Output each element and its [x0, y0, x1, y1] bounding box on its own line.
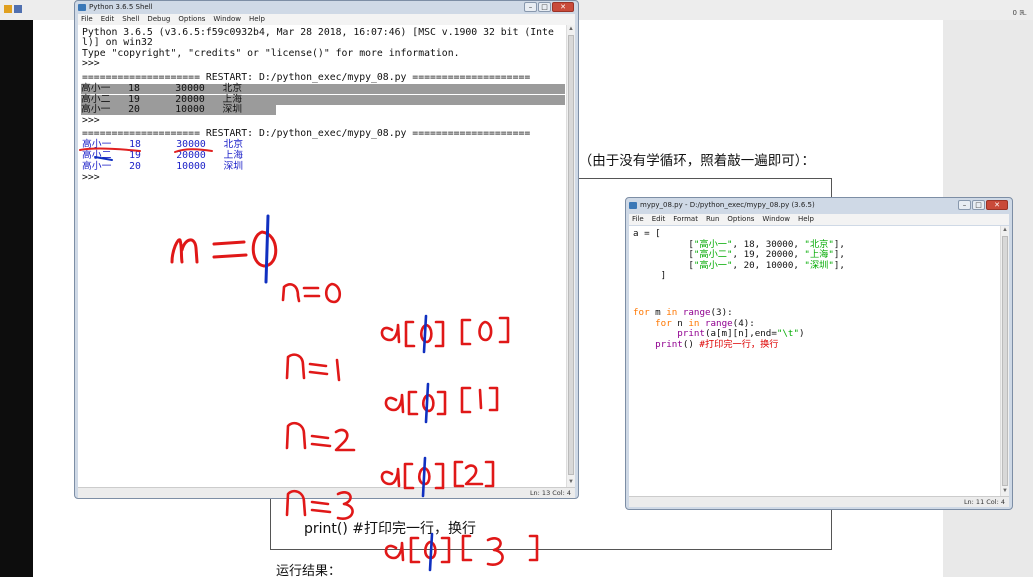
shell-output-line: 高小一 18 30000 北京 [82, 139, 244, 150]
editor-scrollbar[interactable]: ▲ ▼ [1000, 226, 1009, 496]
toolbar-right-text: 0 ℝ. [1012, 9, 1027, 17]
document-result-label: 运行结果： [276, 564, 342, 577]
shell-prompt: >>> [82, 58, 106, 69]
shell-output-line: 高小二 19 20000 上海 [82, 150, 244, 161]
left-margin [0, 20, 33, 577]
menu-file[interactable]: File [81, 14, 93, 25]
editor-window[interactable]: mypy_08.py - D:/python_exec/mypy_08.py (… [625, 197, 1013, 510]
shell-statusbar: Ln: 13 Col: 4 [78, 487, 575, 498]
shell-menubar: File Edit Shell Debug Options Window Hel… [78, 14, 575, 25]
shell-titlebar[interactable]: Python 3.6.5 Shell – □ ✕ [75, 1, 578, 14]
menu-format[interactable]: Format [673, 214, 698, 225]
maximize-button[interactable]: □ [972, 200, 985, 210]
shell-scrollbar[interactable]: ▲ ▼ [566, 25, 575, 487]
editor-code-area[interactable]: a = [ ["高小一", 18, 30000, "北京"], ["高小二", … [629, 226, 1009, 496]
menu-options[interactable]: Options [178, 14, 205, 25]
code-line: print() #打印完一行，换行 [655, 338, 779, 350]
shell-restart-line: ==================== RESTART: D:/python_… [82, 72, 531, 83]
shell-selected-output: 高小一 20 10000 深圳 [81, 104, 276, 116]
menu-shell[interactable]: Shell [122, 14, 139, 25]
document-code-line: print() #打印完一行，换行 [304, 521, 476, 537]
close-button[interactable]: ✕ [552, 2, 574, 12]
editor-titlebar[interactable]: mypy_08.py - D:/python_exec/mypy_08.py (… [626, 198, 1012, 213]
shell-scroll-thumb[interactable] [568, 35, 574, 475]
editor-statusbar: Ln: 11 Col: 4 [629, 496, 1009, 507]
scroll-up-icon[interactable]: ▲ [1001, 226, 1009, 235]
python-icon [629, 202, 637, 209]
scroll-up-icon[interactable]: ▲ [567, 25, 575, 34]
menu-file[interactable]: File [632, 214, 644, 225]
close-button[interactable]: ✕ [986, 200, 1008, 210]
editor-menubar: File Edit Format Run Options Window Help [629, 214, 1009, 225]
scroll-down-icon[interactable]: ▼ [567, 478, 575, 487]
minimize-button[interactable]: – [958, 200, 971, 210]
menu-help[interactable]: Help [798, 214, 814, 225]
menu-edit[interactable]: Edit [652, 214, 666, 225]
shell-output[interactable]: Python 3.6.5 (v3.6.5:f59c0932b4, Mar 28 … [78, 25, 575, 487]
menu-options[interactable]: Options [727, 214, 754, 225]
menu-window[interactable]: Window [762, 214, 790, 225]
shell-selected-output: 高小一 18 30000 北京 [81, 83, 565, 95]
shell-title: Python 3.6.5 Shell [89, 3, 153, 11]
maximize-button[interactable]: □ [538, 2, 551, 12]
scroll-down-icon[interactable]: ▼ [1001, 487, 1009, 496]
editor-scroll-thumb[interactable] [1002, 236, 1008, 486]
shell-output-line: 高小一 20 10000 深圳 [82, 161, 244, 172]
shell-prompt: >>> [82, 172, 106, 183]
app-icon[interactable] [4, 5, 12, 13]
menu-help[interactable]: Help [249, 14, 265, 25]
menu-window[interactable]: Window [213, 14, 241, 25]
menu-edit[interactable]: Edit [101, 14, 115, 25]
shell-line: Type "copyright", "credits" or "license(… [82, 47, 460, 59]
shell-restart-line: ==================== RESTART: D:/python_… [82, 128, 531, 139]
shell-line: l)] on win32 [82, 37, 153, 48]
menu-run[interactable]: Run [706, 214, 719, 225]
editor-title: mypy_08.py - D:/python_exec/mypy_08.py (… [640, 201, 815, 209]
code-line: ] [633, 270, 667, 281]
document-heading: ）（由于没有学循环，照着敲一遍即可）： [572, 153, 815, 169]
python-icon [78, 4, 86, 11]
python-shell-window[interactable]: Python 3.6.5 Shell – □ ✕ File Edit Shell… [74, 0, 579, 499]
menu-debug[interactable]: Debug [147, 14, 170, 25]
shell-prompt: >>> [82, 115, 106, 126]
save-icon[interactable] [14, 5, 22, 13]
minimize-button[interactable]: – [524, 2, 537, 12]
